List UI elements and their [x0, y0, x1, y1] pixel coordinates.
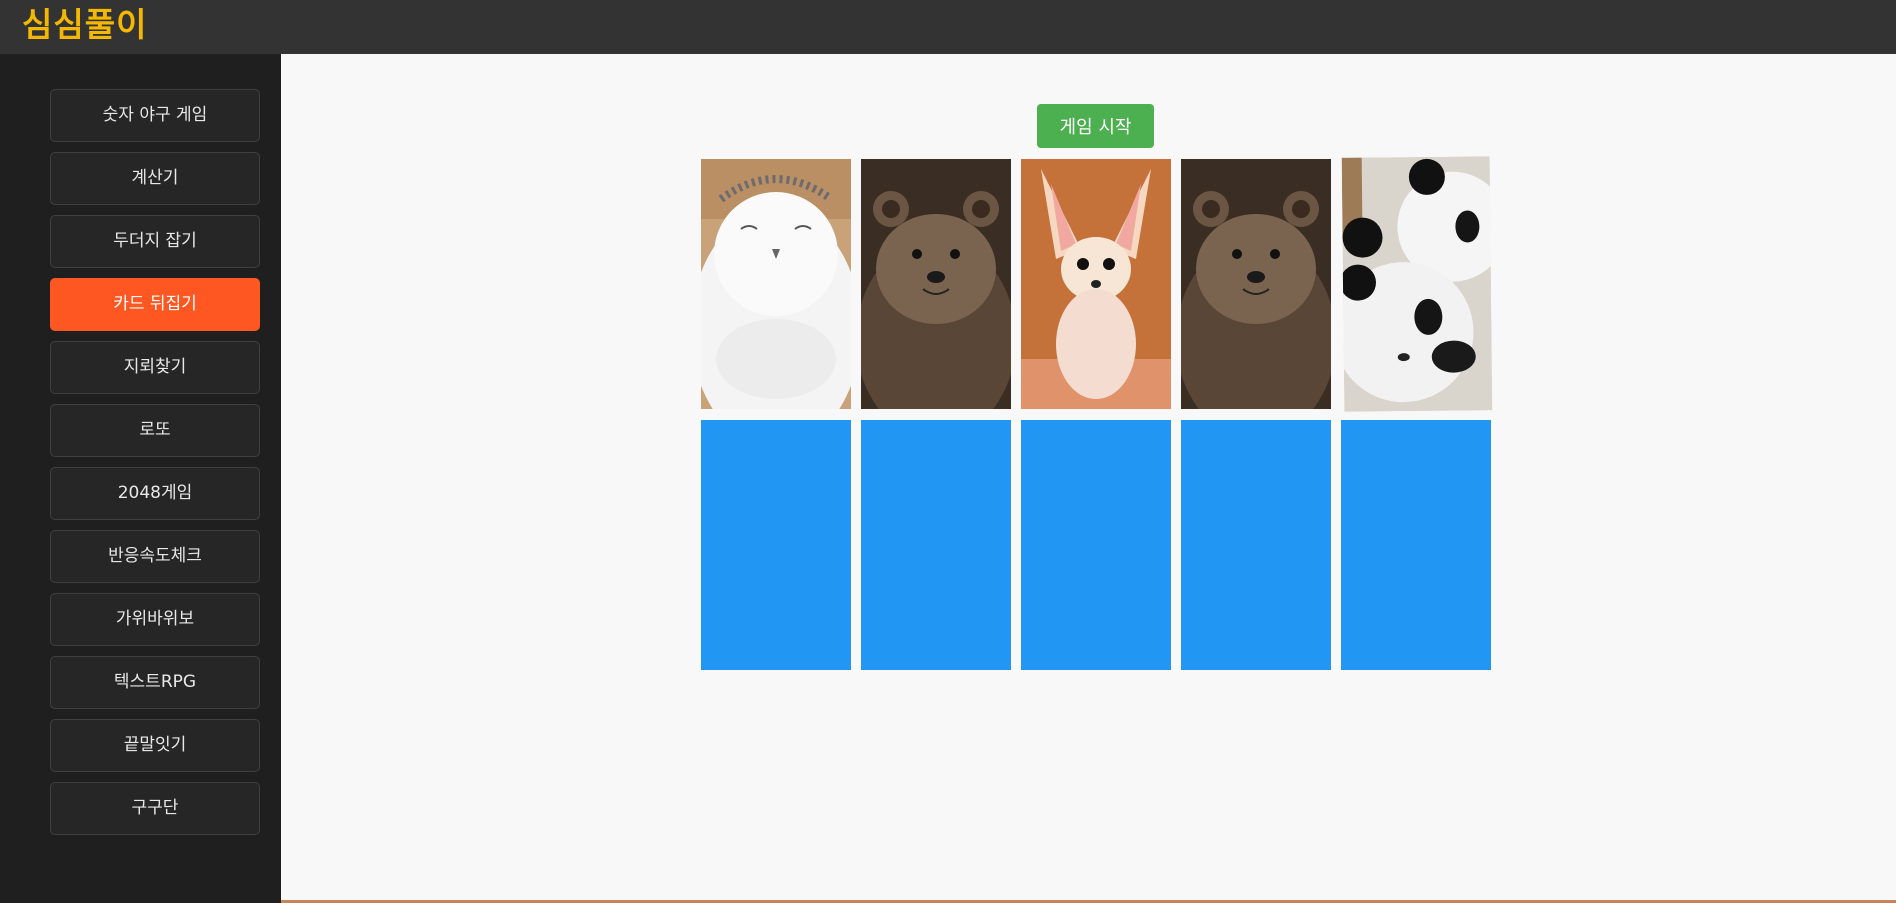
card-quokka[interactable] [861, 159, 1011, 409]
quokka-icon [1181, 159, 1331, 409]
card-back-2[interactable] [861, 420, 1011, 670]
sidebar-item-reaction-check[interactable]: 반응속도체크 [50, 530, 260, 583]
app-logo-title[interactable]: 심심풀이 [22, 0, 147, 46]
sidebar-item-text-rpg[interactable]: 텍스트RPG [50, 656, 260, 709]
snowy-owl-icon [701, 159, 851, 409]
sidebar-item-calculator[interactable]: 계산기 [50, 152, 260, 205]
sidebar-item-times-table[interactable]: 구구단 [50, 782, 260, 835]
quokka-icon [861, 159, 1011, 409]
card-back-3[interactable] [1021, 420, 1171, 670]
sidebar-item-2048[interactable]: 2048게임 [50, 467, 260, 520]
top-header: 심심풀이 [0, 0, 1896, 54]
card-back-4[interactable] [1181, 420, 1331, 670]
sidebar-item-whack-a-mole[interactable]: 두더지 잡기 [50, 215, 260, 268]
card-back-5[interactable] [1341, 420, 1491, 670]
sidebar-menu: 숫자 야구 게임 계산기 두더지 잡기 카드 뒤집기 지뢰찾기 로또 2048게… [0, 54, 281, 903]
fennec-fox-icon [1021, 159, 1171, 409]
panda-icon [1341, 156, 1493, 412]
start-game-button[interactable]: 게임 시작 [1037, 104, 1154, 148]
sidebar-item-rock-paper-scissors[interactable]: 가위바위보 [50, 593, 260, 646]
card-back-1[interactable] [701, 420, 851, 670]
sidebar-item-number-baseball[interactable]: 숫자 야구 게임 [50, 89, 260, 142]
card-fennec-fox[interactable] [1021, 159, 1171, 409]
sidebar-item-lotto[interactable]: 로또 [50, 404, 260, 457]
card-panda[interactable] [1341, 156, 1493, 412]
card-snowy-owl[interactable] [701, 159, 851, 409]
card-quokka-2[interactable] [1181, 159, 1331, 409]
sidebar-item-minesweeper[interactable]: 지뢰찾기 [50, 341, 260, 394]
sidebar-item-card-flip[interactable]: 카드 뒤집기 [50, 278, 260, 331]
sidebar-item-word-chain[interactable]: 끝말잇기 [50, 719, 260, 772]
